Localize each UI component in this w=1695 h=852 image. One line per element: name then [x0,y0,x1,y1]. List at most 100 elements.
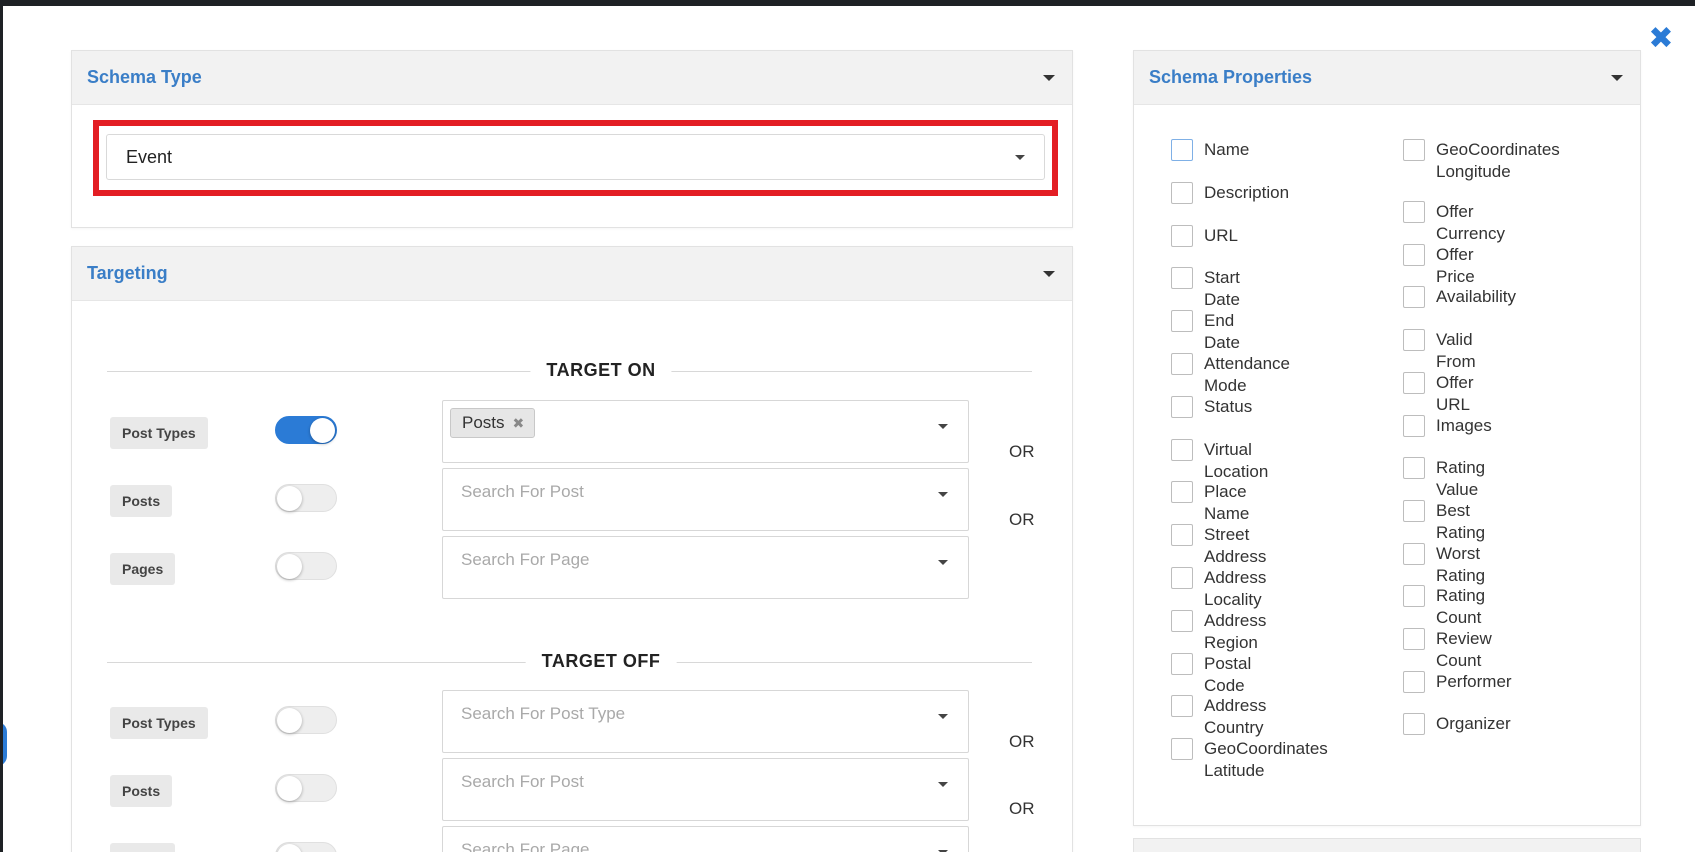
target-off-posts-select[interactable]: Search For Post [442,758,969,821]
checkbox[interactable] [1171,653,1193,675]
target-off-post-types-toggle[interactable] [275,706,337,734]
checkbox[interactable] [1171,396,1193,418]
collapse-caret-icon[interactable] [1611,74,1623,81]
collapse-caret-icon[interactable] [1043,270,1055,277]
checkbox[interactable] [1171,353,1193,375]
target-off-pages-select[interactable]: Search For Page [442,826,969,852]
schema-type-select[interactable]: Event [106,134,1045,180]
schema-properties-header[interactable]: Schema Properties [1134,51,1640,105]
checkbox[interactable] [1403,139,1425,161]
property-checkbox-item[interactable]: Offer Price [1403,244,1475,288]
property-checkbox-item[interactable]: Start Date [1171,267,1240,311]
target-on-heading: TARGET ON [530,360,672,381]
property-checkbox-item[interactable]: Name [1171,139,1249,161]
checkbox[interactable] [1171,738,1193,760]
checkbox[interactable] [1403,244,1425,266]
property-checkbox-item[interactable]: Offer Currency [1403,201,1505,245]
target-on-post-types-toggle[interactable] [275,416,337,444]
highlight-annotation: Event [93,120,1058,196]
or-label: OR [1009,732,1035,751]
property-checkbox-item[interactable]: Worst Rating [1403,543,1485,587]
checkbox[interactable] [1171,139,1193,161]
property-checkbox-item[interactable]: Postal Code [1171,653,1251,697]
checkbox[interactable] [1171,267,1193,289]
target-on-pages-toggle[interactable] [275,552,337,580]
collapse-caret-icon[interactable] [1043,74,1055,81]
side-tab[interactable] [3,722,7,766]
property-checkbox-item[interactable]: Address Region [1171,610,1266,654]
target-off-post-types-select[interactable]: Search For Post Type [442,690,969,753]
remove-tag-icon[interactable]: ✖ [513,415,525,432]
target-off-pages-toggle[interactable] [275,842,337,852]
target-on-post-types-label: Post Types [110,417,208,449]
close-icon[interactable]: ✖ [1646,24,1676,54]
target-off-heading: TARGET OFF [525,651,677,672]
checkbox[interactable] [1403,713,1425,735]
property-checkbox-item[interactable]: Organizer [1403,713,1511,735]
property-checkbox-item[interactable]: Availability [1403,286,1516,308]
checkbox[interactable] [1171,481,1193,503]
property-checkbox-item[interactable]: Place Name [1171,481,1249,525]
property-checkbox-item[interactable]: Valid From [1403,329,1476,373]
target-on-post-types-select[interactable]: Posts ✖ [442,400,969,463]
property-checkbox-item[interactable]: URL [1171,225,1238,247]
chevron-down-icon [938,424,948,429]
property-label: Rating Value [1436,458,1486,499]
checkbox[interactable] [1403,500,1425,522]
checkbox[interactable] [1403,329,1425,351]
property-checkbox-item[interactable]: Status [1171,396,1252,418]
checkbox[interactable] [1403,286,1425,308]
property-checkbox-item[interactable]: GeoCoordinates Latitude [1171,738,1328,782]
placeholder-text: Search For Post [461,482,584,501]
checkbox[interactable] [1171,524,1193,546]
chevron-down-icon [1015,154,1025,160]
property-checkbox-item[interactable]: End Date [1171,310,1240,354]
property-checkbox-item[interactable]: Images [1403,415,1492,437]
checkbox[interactable] [1403,415,1425,437]
property-checkbox-item[interactable]: Description [1171,182,1289,204]
property-checkbox-item[interactable]: Rating Value [1403,457,1485,501]
checkbox[interactable] [1171,310,1193,332]
property-checkbox-item[interactable]: Best Rating [1403,500,1485,544]
property-checkbox-item[interactable]: Attendance Mode [1171,353,1290,397]
property-checkbox-item[interactable]: Address Country [1171,695,1266,739]
target-off-posts-label: Posts [110,775,173,807]
checkbox[interactable] [1403,585,1425,607]
checkbox[interactable] [1171,567,1193,589]
property-label: Address Country [1204,696,1267,737]
schema-properties-panel: Schema Properties Name Description URL Star… [1133,50,1641,826]
target-off-posts-toggle[interactable] [275,774,337,802]
placeholder-text: Search For Post [461,772,584,791]
target-off-post-types-label: Post Types [110,707,208,739]
checkbox[interactable] [1403,457,1425,479]
schema-modal: ✖ Schema Type Event Targeting TARGET ON … [3,6,1695,852]
property-checkbox-item[interactable]: Rating Count [1403,585,1485,629]
property-checkbox-item[interactable]: Offer URL [1403,372,1473,416]
checkbox[interactable] [1403,671,1425,693]
targeting-header[interactable]: Targeting [72,247,1072,301]
property-checkbox-item[interactable]: Review Count [1403,628,1492,672]
property-checkbox-item[interactable]: Address Locality [1171,567,1266,611]
checkbox[interactable] [1171,610,1193,632]
schema-type-header[interactable]: Schema Type [72,51,1072,105]
checkbox[interactable] [1403,543,1425,565]
target-on-pages-select[interactable]: Search For Page [442,536,969,599]
property-label: Worst Rating [1436,544,1486,585]
chevron-down-icon [938,560,948,565]
checkbox[interactable] [1403,628,1425,650]
schema-type-title: Schema Type [87,67,202,87]
checkbox[interactable] [1403,372,1425,394]
checkbox[interactable] [1171,439,1193,461]
property-label: Images [1436,416,1492,435]
property-checkbox-item[interactable]: GeoCoordinates Longitude [1403,139,1560,183]
target-on-posts-toggle[interactable] [275,484,337,512]
target-on-posts-select[interactable]: Search For Post [442,468,969,531]
property-label: Review Count [1436,629,1492,670]
checkbox[interactable] [1171,225,1193,247]
property-checkbox-item[interactable]: Performer [1403,671,1512,693]
property-checkbox-item[interactable]: Virtual Location [1171,439,1268,483]
checkbox[interactable] [1171,695,1193,717]
checkbox[interactable] [1171,182,1193,204]
checkbox[interactable] [1403,201,1425,223]
property-checkbox-item[interactable]: Street Address [1171,524,1266,568]
